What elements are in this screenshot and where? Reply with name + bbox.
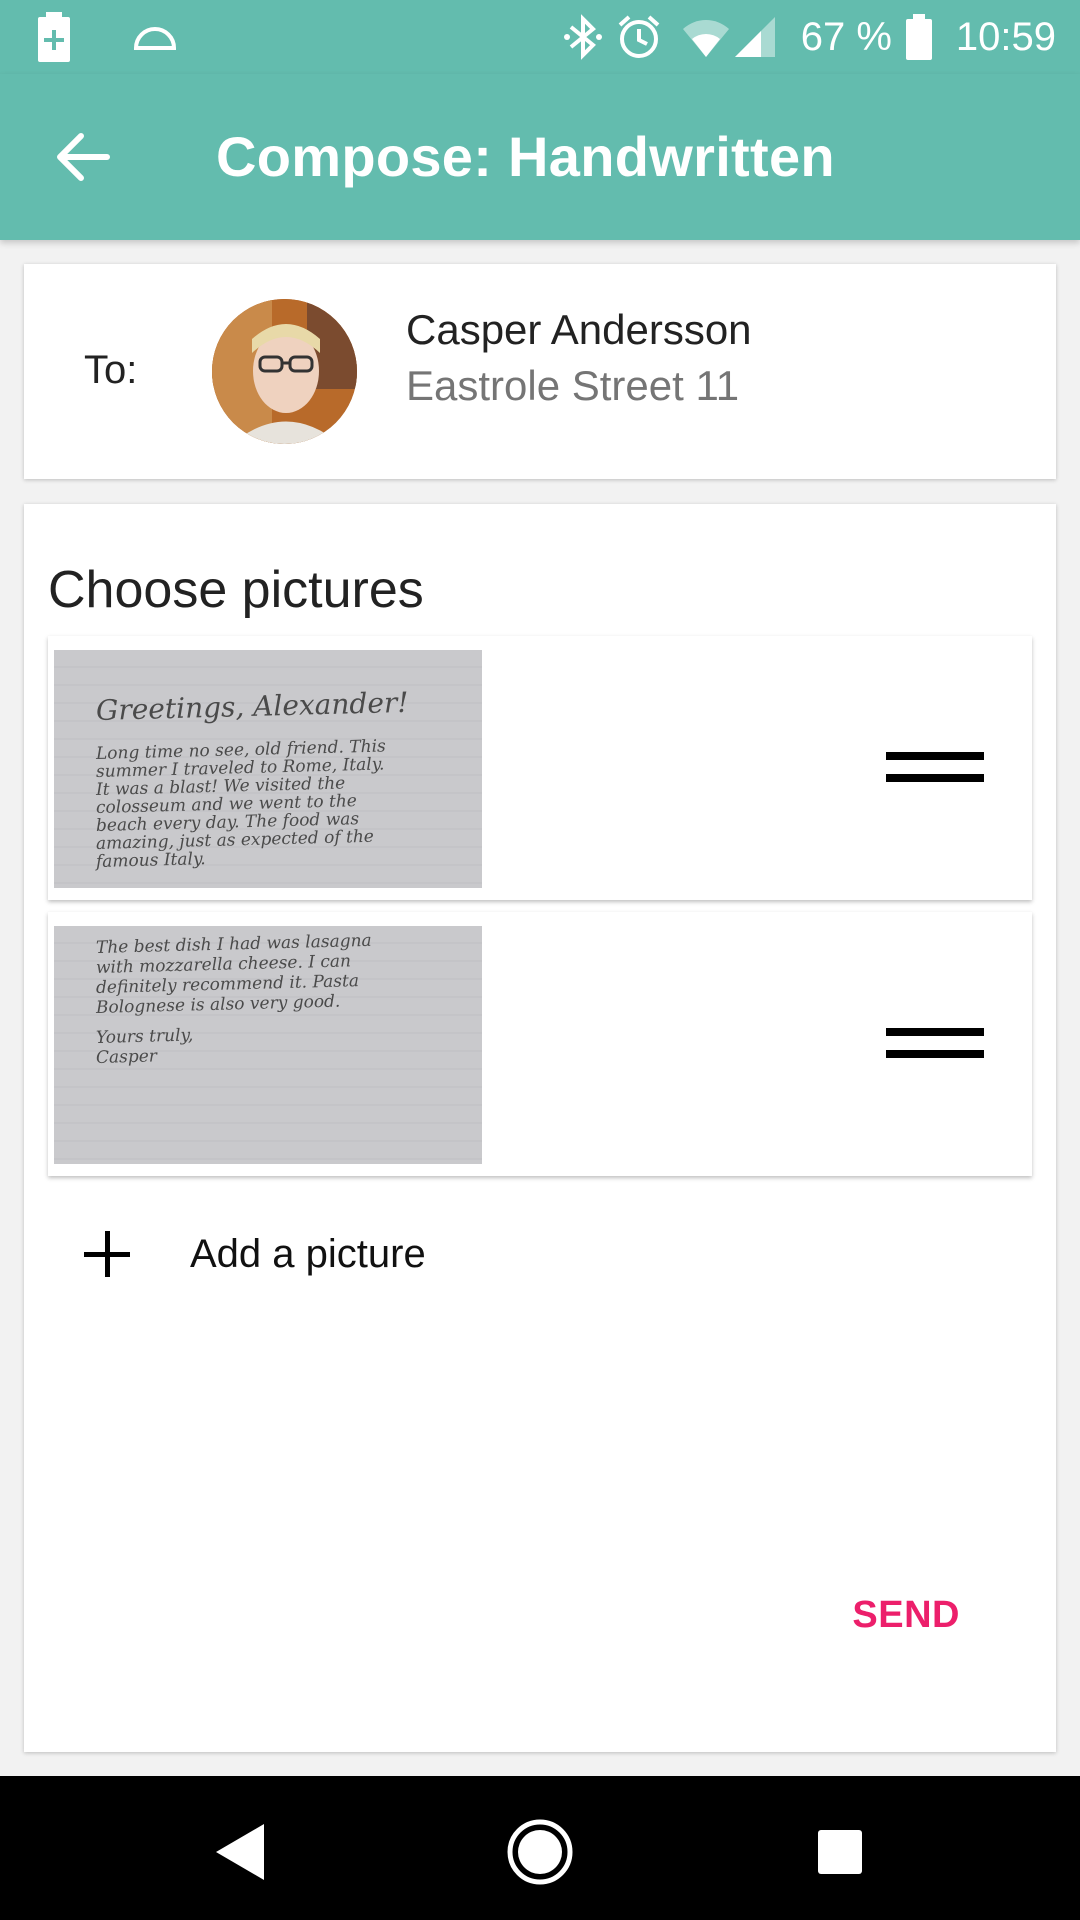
- bluetooth-icon: [563, 13, 603, 61]
- nav-home-icon: [507, 1819, 573, 1885]
- navigation-bar: [0, 1776, 1080, 1920]
- app-bar: Compose: Handwritten: [0, 74, 1080, 240]
- handwritten-line: Casper: [95, 1046, 158, 1068]
- battery-charging-icon: [38, 12, 70, 62]
- picture-item[interactable]: The best dish I had was lasagna with moz…: [48, 912, 1032, 1176]
- wifi-icon: [682, 17, 729, 57]
- drag-handle-icon[interactable]: [886, 1022, 984, 1066]
- recipient-card[interactable]: To: Casper Andersson Eastrole Street 11: [24, 264, 1056, 479]
- nav-recent-icon: [818, 1830, 862, 1874]
- plus-icon: [84, 1231, 130, 1277]
- nav-home-button[interactable]: [500, 1812, 580, 1892]
- picture-thumbnail[interactable]: The best dish I had was lasagna with moz…: [54, 926, 482, 1164]
- drag-handle-icon[interactable]: [886, 746, 984, 790]
- handwritten-line: Greetings, Alexander!: [95, 685, 409, 727]
- cell-signal-icon: [734, 17, 775, 57]
- recipient-name: Casper Andersson: [406, 306, 752, 353]
- status-right: 67 % 10:59: [563, 0, 1056, 74]
- handwritten-line: Yours truly,: [95, 1025, 194, 1048]
- picture-item[interactable]: Greetings, Alexander! Long time no see, …: [48, 636, 1032, 900]
- arrow-back-icon: [57, 133, 110, 181]
- send-button[interactable]: SEND: [852, 1594, 960, 1637]
- picture-thumbnail[interactable]: Greetings, Alexander! Long time no see, …: [54, 650, 482, 888]
- nav-back-button[interactable]: [200, 1812, 280, 1892]
- pictures-card: Choose pictures Greetings, Alexander! Lo…: [24, 504, 1056, 1752]
- battery-icon: [905, 14, 932, 60]
- status-left: [38, 12, 178, 62]
- nav-recent-button[interactable]: [800, 1812, 880, 1892]
- alarm-icon: [617, 13, 661, 61]
- section-title: Choose pictures: [48, 561, 424, 619]
- status-bar: 67 % 10:59: [0, 0, 1080, 74]
- sleep-icon: [132, 22, 178, 52]
- to-label: To:: [84, 348, 138, 392]
- battery-percent: 67 %: [800, 14, 892, 59]
- clock: 10:59: [955, 14, 1056, 59]
- avatar: [212, 299, 357, 444]
- add-picture-label: Add a picture: [190, 1231, 426, 1276]
- handwritten-line: famous Italy.: [95, 849, 206, 872]
- recipient-address: Eastrole Street 11: [406, 362, 740, 409]
- add-picture-button[interactable]: Add a picture: [84, 1214, 584, 1294]
- nav-back-icon: [216, 1824, 264, 1880]
- back-button[interactable]: [50, 124, 116, 190]
- page-title: Compose: Handwritten: [216, 125, 835, 188]
